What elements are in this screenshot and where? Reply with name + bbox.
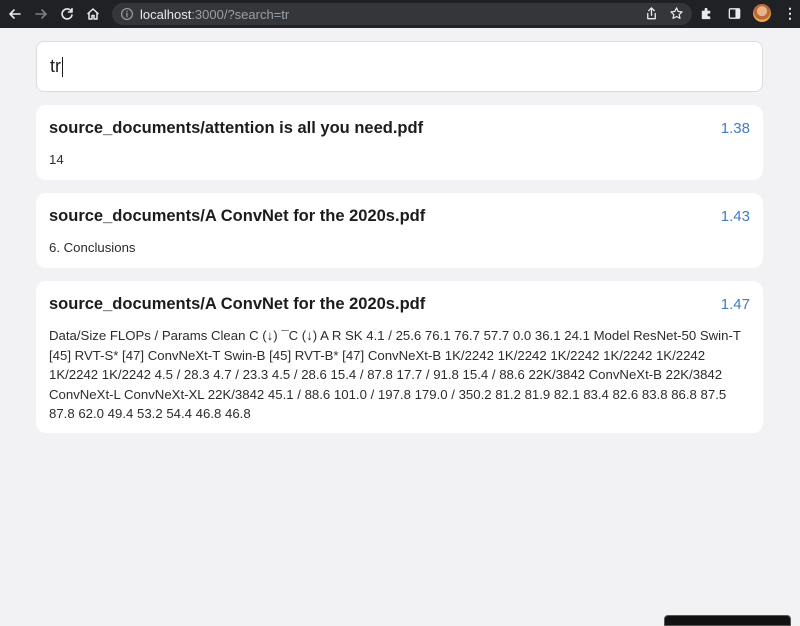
side-panel-icon xyxy=(728,7,740,19)
result-score: 1.47 xyxy=(720,296,750,313)
star-icon[interactable] xyxy=(669,6,684,21)
address-bar[interactable]: localhost:3000/?search=tr xyxy=(112,3,692,25)
kebab-menu-icon: ⋮ xyxy=(783,5,797,21)
side-panel-button[interactable] xyxy=(724,3,744,23)
url-path: :3000/?search=tr xyxy=(191,6,290,22)
avatar xyxy=(753,4,771,22)
reload-button[interactable] xyxy=(56,3,78,25)
forward-button[interactable] xyxy=(30,3,52,25)
profile-button[interactable] xyxy=(752,3,772,23)
overlay-window-edge xyxy=(664,615,791,626)
url-host: localhost xyxy=(140,6,192,22)
info-icon[interactable] xyxy=(120,7,134,21)
browser-toolbar: localhost:3000/?search=tr ⋮ xyxy=(0,0,800,28)
result-title: source_documents/attention is all you ne… xyxy=(49,119,424,137)
result-card[interactable]: source_documents/attention is all you ne… xyxy=(36,105,763,180)
arrow-left-icon xyxy=(9,9,21,19)
menu-button[interactable]: ⋮ xyxy=(780,3,800,23)
result-card[interactable]: source_documents/A ConvNet for the 2020s… xyxy=(36,193,763,268)
search-input-value: tr xyxy=(50,56,61,76)
result-snippet: 6. Conclusions xyxy=(49,240,136,255)
puzzle-icon xyxy=(701,7,710,19)
result-card[interactable]: source_documents/A ConvNet for the 2020s… xyxy=(36,281,763,433)
extensions-button[interactable] xyxy=(696,3,716,23)
home-button[interactable] xyxy=(82,3,104,25)
result-title: source_documents/A ConvNet for the 2020s… xyxy=(49,207,426,225)
search-input[interactable]: tr xyxy=(36,41,763,92)
result-snippet: Data/Size FLOPs / Params Clean C (↓) ¯C … xyxy=(49,328,741,421)
home-icon xyxy=(86,8,100,20)
arrow-right-icon xyxy=(35,9,47,19)
back-button[interactable] xyxy=(4,3,26,25)
share-icon[interactable] xyxy=(644,6,659,21)
result-score: 1.38 xyxy=(720,120,750,137)
result-snippet: 14 xyxy=(49,152,64,167)
text-caret xyxy=(62,56,63,77)
result-score: 1.43 xyxy=(720,208,750,225)
reload-icon xyxy=(61,7,73,20)
result-title: source_documents/A ConvNet for the 2020s… xyxy=(49,295,426,313)
